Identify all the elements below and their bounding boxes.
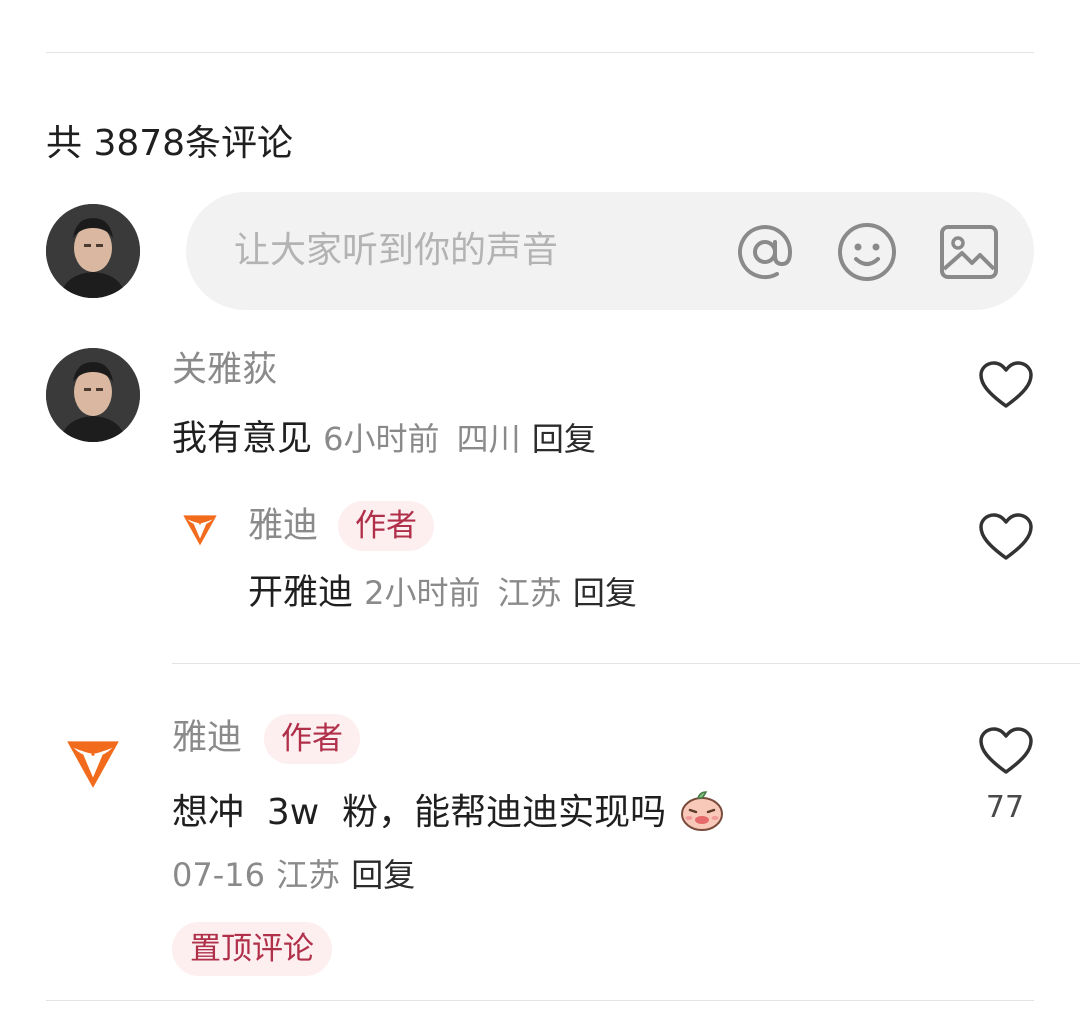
comment-text: 我有意见 xyxy=(172,419,313,459)
image-icon[interactable] xyxy=(938,221,1000,283)
reply-button[interactable]: 回复 xyxy=(532,420,596,458)
comment-time: 6小时前 xyxy=(323,420,440,458)
comment-line: 想冲 3w 粉，能帮迪迪实现吗 xyxy=(172,788,726,844)
current-user-avatar[interactable] xyxy=(46,204,140,298)
at-icon[interactable] xyxy=(734,221,796,283)
face-emoji xyxy=(678,788,726,844)
comment-location: 四川 xyxy=(456,420,521,458)
comment-count-title: 共 3878条评论 xyxy=(46,123,294,164)
reply-button[interactable]: 回复 xyxy=(573,574,637,612)
reply-button[interactable]: 回复 xyxy=(351,856,415,894)
like-heart-icon[interactable] xyxy=(978,360,1034,410)
reply-username[interactable]: 雅迪 xyxy=(248,504,318,548)
bottom-divider xyxy=(46,1000,1034,1001)
comment-avatar[interactable] xyxy=(46,348,140,442)
comment-date: 07-16 xyxy=(172,856,265,894)
like-count: 77 xyxy=(985,790,1025,825)
comment-username[interactable]: 雅迪 xyxy=(172,716,242,760)
comment-divider xyxy=(172,663,1080,664)
reply-text: 开雅迪 xyxy=(248,573,354,613)
reply-location: 江苏 xyxy=(497,574,562,612)
reply-time: 2小时前 xyxy=(364,574,481,612)
emoji-icon[interactable] xyxy=(836,221,898,283)
brand-logo-icon[interactable] xyxy=(180,508,220,548)
pinned-comment-badge: 置顶评论 xyxy=(172,922,332,976)
comment-location: 江苏 xyxy=(276,856,341,894)
like-heart-icon[interactable] xyxy=(978,512,1034,562)
top-divider xyxy=(46,52,1034,53)
comment-input-placeholder: 让大家听到你的声音 xyxy=(234,230,559,271)
comment-input[interactable]: 让大家听到你的声音 xyxy=(186,192,1034,310)
like-heart-icon[interactable] xyxy=(978,726,1034,776)
author-badge: 作者 xyxy=(338,501,434,551)
author-badge: 作者 xyxy=(264,714,360,764)
comment-text: 想冲 3w 粉，能帮迪迪实现吗 xyxy=(172,792,667,833)
reply-line: 开雅迪 2小时前 江苏 回复 xyxy=(248,570,637,616)
comment-line: 我有意见 6小时前 四川 回复 xyxy=(172,416,596,462)
comment-meta-line: 07-16 江苏 回复 xyxy=(172,852,415,898)
brand-logo-icon[interactable] xyxy=(62,730,124,792)
comment-username[interactable]: 关雅荻 xyxy=(172,348,277,392)
